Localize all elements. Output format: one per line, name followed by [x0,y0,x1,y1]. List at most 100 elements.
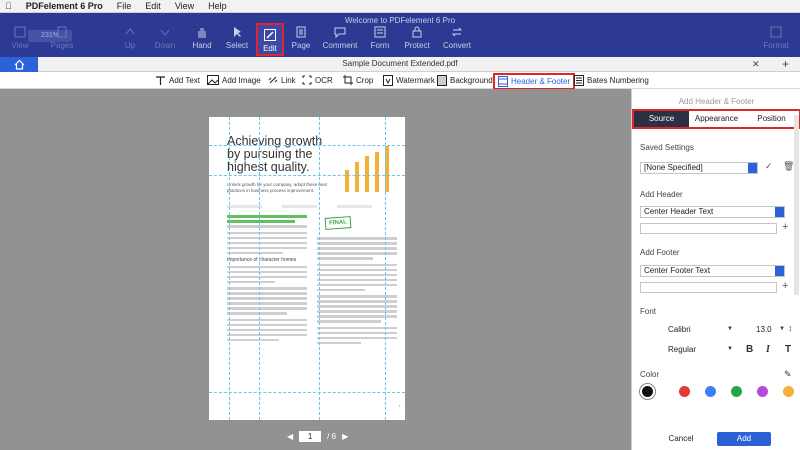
header-text-input[interactable] [640,223,777,234]
new-tab-icon[interactable]: + [782,57,789,71]
panel-scrollbar[interactable] [794,115,799,295]
toolbar-form-button[interactable]: Form [360,25,400,55]
final-stamp[interactable]: FINAL [324,216,352,230]
menu-edit[interactable]: Edit [145,1,161,11]
ocr-tool[interactable]: OCR [302,75,333,85]
toolbar-hand-button[interactable]: Hand [182,25,222,55]
watermark-tool[interactable]: Watermark [383,75,435,86]
panel-title: Add Header & Footer [678,97,755,106]
crop-tool[interactable]: Crop [343,75,373,85]
close-tab-icon[interactable]: ✕ [752,59,760,70]
toolbar-view-button[interactable]: View [0,25,40,55]
cancel-button[interactable]: Cancel [656,432,706,446]
font-family-select[interactable]: Calibri [640,325,736,337]
chevron-down-icon [775,207,784,217]
page-left-column: Importance of character homes [227,215,307,344]
background-icon [437,75,447,86]
toolbar-protect-button[interactable]: Protect [397,25,437,55]
toolbar-pages-button[interactable]: Pages [42,25,82,55]
toolbar-format-button[interactable]: Format [756,25,796,55]
prev-page-icon[interactable]: ◀ [287,432,293,441]
header-position-select[interactable]: Center Header Text [640,206,785,218]
menu-bar:  PDFelement 6 Pro File Edit View Help [0,0,800,13]
edit-toolbar: Add Text Add Image Link OCR Crop Waterma… [0,72,800,90]
add-footer-icon[interactable]: + [782,280,788,292]
margin-guide [259,117,260,420]
document-tab-title[interactable]: Sample Document Extended.pdf [0,59,800,68]
margin-guide [319,117,320,420]
menu-view[interactable]: View [175,1,194,11]
page-navigator: ◀ 1 / 6 ▶ [287,431,348,442]
text-style-button[interactable]: T [785,344,791,355]
chevron-down-icon: ▼ [779,326,785,332]
add-image-tool[interactable]: Add Image [207,75,261,85]
page-icon [296,26,306,38]
toolbar-select-button[interactable]: Select [217,25,257,55]
font-size-select[interactable]: 13.0 [740,325,784,337]
header-footer-icon [498,76,508,87]
toolbar-convert-button[interactable]: Convert [437,25,477,55]
font-style-select[interactable]: Regular [640,345,736,357]
font-size-stepper[interactable]: ↕ [788,323,793,333]
link-tool[interactable]: Link [268,75,296,85]
apple-icon[interactable]:  [5,1,12,11]
menu-app-name[interactable]: PDFelement 6 Pro [26,1,103,11]
tab-position[interactable]: Position [744,111,799,127]
form-icon [374,26,386,38]
color-swatch-orange[interactable] [783,386,794,397]
current-page-input[interactable]: 1 [299,431,322,442]
color-swatch-black[interactable] [642,386,653,397]
link-icon [268,76,278,84]
chevron-down-icon: ▼ [727,346,733,352]
protect-icon [412,26,422,38]
bold-button[interactable]: B [746,344,753,355]
watermark-icon [383,75,393,86]
add-text-tool[interactable]: Add Text [155,75,200,86]
toolbar-up-button[interactable]: Up [110,25,150,55]
footer-position-select[interactable]: Center Footer Text [640,265,785,277]
tab-source[interactable]: Source [634,111,689,127]
add-header-icon[interactable]: + [782,221,788,233]
background-tool[interactable]: Background [437,75,493,86]
next-page-icon[interactable]: ▶ [342,432,348,441]
text-icon [156,76,165,85]
pdf-page[interactable]: Achieving growth by pursuing the highest… [209,117,405,420]
toolbar-page-button[interactable]: Page [281,25,321,55]
menu-help[interactable]: Help [208,1,227,11]
hand-icon [198,28,206,38]
format-icon [770,26,782,38]
add-button[interactable]: Add [717,432,771,446]
tab-appearance[interactable]: Appearance [689,111,744,127]
page-chart-bar [365,156,369,192]
add-footer-label: Add Footer [640,248,680,257]
margin-guide [209,175,405,176]
pages-icon [57,26,67,38]
document-canvas[interactable]: Achieving growth by pursuing the highest… [0,89,631,450]
save-settings-icon[interactable]: ✓ [765,161,773,172]
bates-numbering-tool[interactable]: Bates Numbering [574,75,649,86]
footer-text-input[interactable] [640,282,777,293]
page-section-heading: Importance of character homes [227,256,297,263]
color-picker-icon[interactable]: ✎ [784,369,792,380]
toolbar-edit-button[interactable]: Edit [256,23,284,56]
margin-guide [209,145,405,146]
image-icon [207,75,219,85]
page-chart-bar [375,152,379,192]
page-chart-bar [345,170,349,192]
saved-settings-select[interactable]: [None Specified] [640,162,758,174]
italic-button[interactable]: I [766,344,770,355]
color-swatch-red[interactable] [679,386,690,397]
bates-icon [574,75,584,86]
saved-settings-label: Saved Settings [640,143,694,152]
page-number-mark: • [399,403,401,408]
page-chart-bar [355,162,359,192]
toolbar-comment-button[interactable]: Comment [320,25,360,55]
color-swatch-purple[interactable] [757,386,768,397]
menu-file[interactable]: File [117,1,132,11]
color-swatch-blue[interactable] [705,386,716,397]
header-footer-panel: Add Header & Footer Source Appearance Po… [631,89,800,450]
header-footer-tool[interactable]: Header & Footer [493,73,576,90]
toolbar-down-button[interactable]: Down [145,25,185,55]
color-swatch-green[interactable] [731,386,742,397]
delete-settings-icon[interactable]: 🗑 [783,161,794,172]
